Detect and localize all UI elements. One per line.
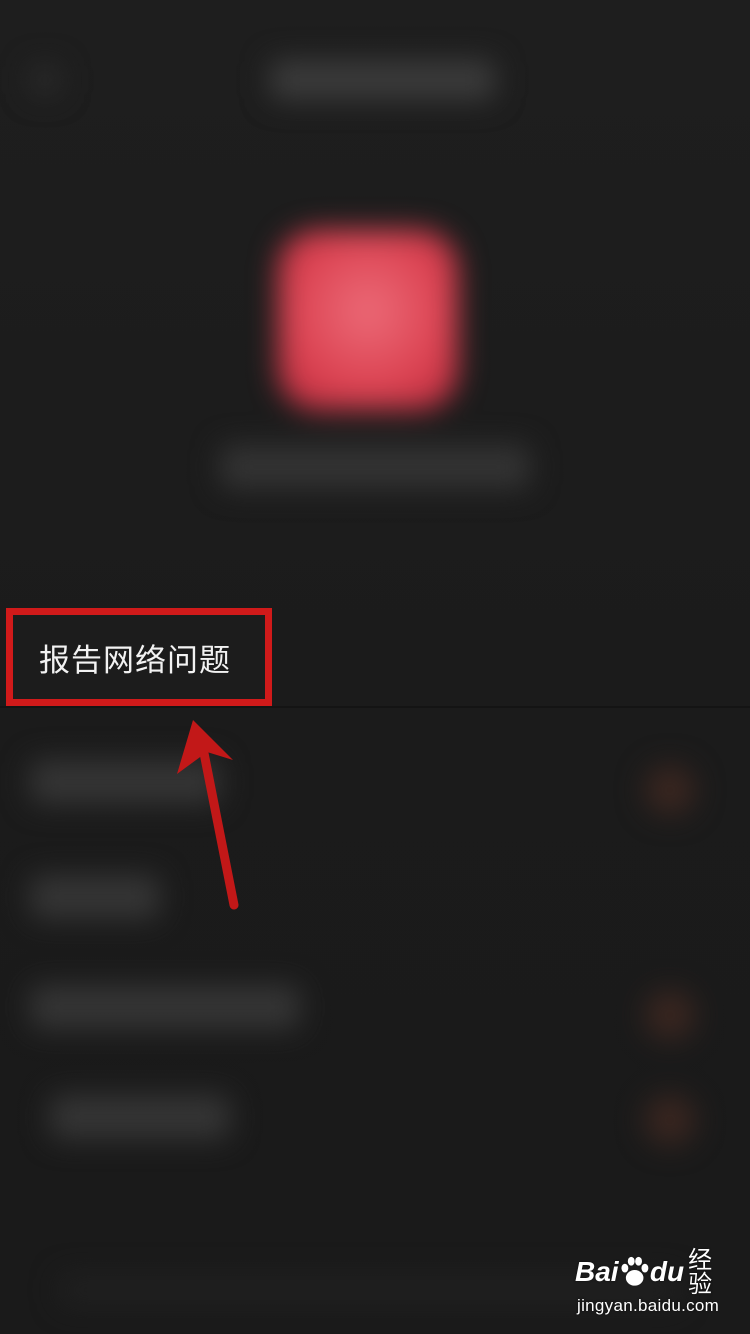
list-item[interactable] <box>30 875 160 919</box>
page-title-placeholder <box>270 60 495 100</box>
chevron-right-icon <box>645 1095 695 1145</box>
report-network-issue-row[interactable]: 报告网络问题 <box>6 608 272 706</box>
watermark-url: jingyan.baidu.com <box>577 1296 720 1315</box>
list-item[interactable] <box>30 985 300 1029</box>
section-divider <box>0 706 750 708</box>
app-icon <box>278 230 458 410</box>
back-button[interactable] <box>30 65 60 95</box>
chevron-right-icon <box>645 765 695 815</box>
baidu-jingyan-watermark: Bai du 经验 jingyan.baidu.com <box>575 1246 735 1320</box>
paw-icon <box>621 1256 648 1286</box>
list-item[interactable] <box>30 760 220 804</box>
app-name-placeholder <box>220 445 530 489</box>
watermark-brand-suffix: du <box>649 1256 685 1287</box>
chevron-right-icon <box>645 990 695 1040</box>
watermark-brand-prefix: Bai <box>575 1256 619 1287</box>
list-item[interactable] <box>50 1095 230 1139</box>
app-screen: 报告网络问题 Bai du 经验 jingyan.baidu.com <box>0 0 750 1334</box>
report-network-issue-label: 报告网络问题 <box>39 642 231 679</box>
watermark-product: 经验 <box>688 1246 713 1298</box>
watermark-logo: Bai du 经验 <box>575 1246 735 1298</box>
